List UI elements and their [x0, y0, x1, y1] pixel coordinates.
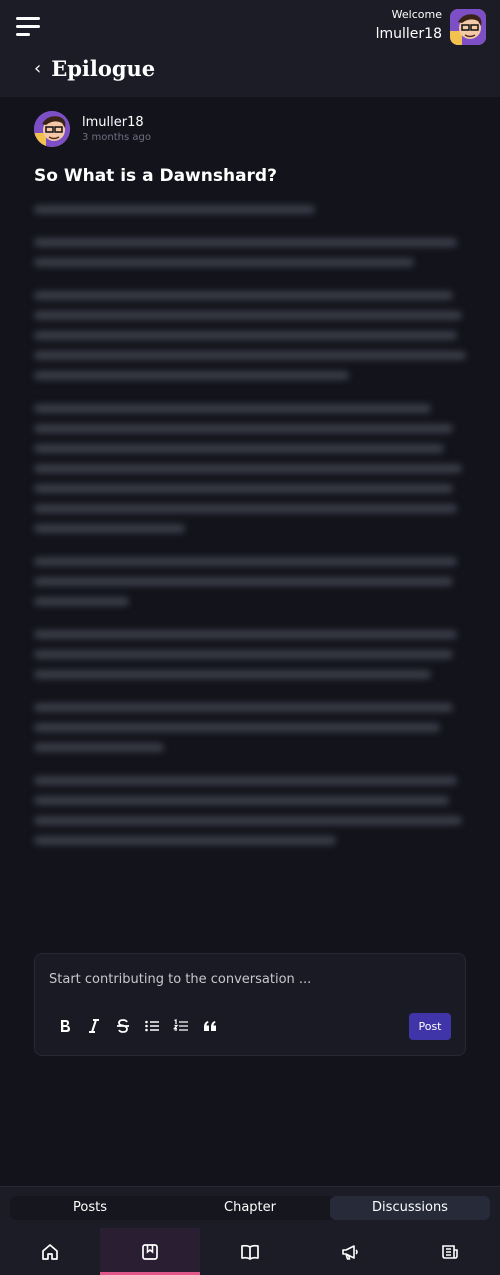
bookmark-icon	[142, 1243, 158, 1260]
nav-announcements[interactable]	[300, 1228, 400, 1275]
welcome-label: Welcome	[391, 8, 442, 21]
menu-icon[interactable]	[16, 16, 42, 38]
strikethrough-icon[interactable]	[113, 1016, 132, 1035]
author-avatar[interactable]	[34, 111, 70, 147]
numbered-list-icon[interactable]	[171, 1016, 190, 1035]
blurred-paragraph	[34, 630, 466, 679]
megaphone-icon	[342, 1244, 358, 1260]
nav-news[interactable]	[400, 1228, 500, 1275]
book-open-icon	[241, 1244, 259, 1260]
tab-chapter[interactable]: Chapter	[170, 1196, 330, 1220]
home-icon	[42, 1243, 58, 1260]
blurred-paragraph	[34, 404, 466, 533]
blurred-paragraph	[34, 238, 466, 267]
italic-icon[interactable]	[84, 1016, 103, 1035]
post-title: So What is a Dawnshard?	[34, 166, 277, 186]
tab-posts[interactable]: Posts	[10, 1196, 170, 1220]
welcome-block: Welcome lmuller18	[376, 8, 442, 42]
user-avatar[interactable]	[450, 9, 486, 45]
formatting-toolbar	[55, 1016, 219, 1035]
newspaper-icon	[442, 1244, 458, 1259]
blurred-post-body[interactable]	[34, 205, 466, 869]
blurred-paragraph	[34, 205, 466, 214]
blurred-paragraph	[34, 703, 466, 752]
bold-icon[interactable]	[55, 1016, 74, 1035]
blurred-paragraph	[34, 557, 466, 606]
bottom-nav	[0, 1228, 500, 1275]
avatar-illustration	[450, 9, 486, 45]
quote-icon[interactable]	[200, 1016, 219, 1035]
blurred-paragraph	[34, 291, 466, 380]
avatar-illustration	[34, 111, 70, 147]
tab-group: Posts Chapter Discussions	[10, 1195, 490, 1220]
nav-library[interactable]	[200, 1228, 300, 1275]
chevron-left-icon: ‹	[34, 57, 42, 79]
nav-home[interactable]	[0, 1228, 100, 1275]
top-bar: Welcome lmuller18 ‹ Epilogue	[0, 0, 500, 97]
comment-input[interactable]	[49, 972, 449, 987]
author-meta: lmuller18 3 months ago	[82, 115, 151, 143]
blurred-paragraph	[34, 776, 466, 845]
back-button[interactable]: ‹ Epilogue	[34, 56, 155, 81]
comment-composer: Post	[34, 953, 466, 1056]
page-title: Epilogue	[51, 56, 156, 81]
post-timestamp: 3 months ago	[82, 132, 151, 143]
post-button[interactable]: Post	[409, 1013, 451, 1040]
post-author-row: lmuller18 3 months ago	[34, 111, 151, 147]
tab-discussions[interactable]: Discussions	[330, 1195, 490, 1220]
tabs-bar: Posts Chapter Discussions	[0, 1186, 500, 1228]
bullet-list-icon[interactable]	[142, 1016, 161, 1035]
nav-bookmarks[interactable]	[100, 1228, 200, 1275]
author-name[interactable]: lmuller18	[82, 115, 151, 130]
welcome-username: lmuller18	[375, 26, 442, 42]
